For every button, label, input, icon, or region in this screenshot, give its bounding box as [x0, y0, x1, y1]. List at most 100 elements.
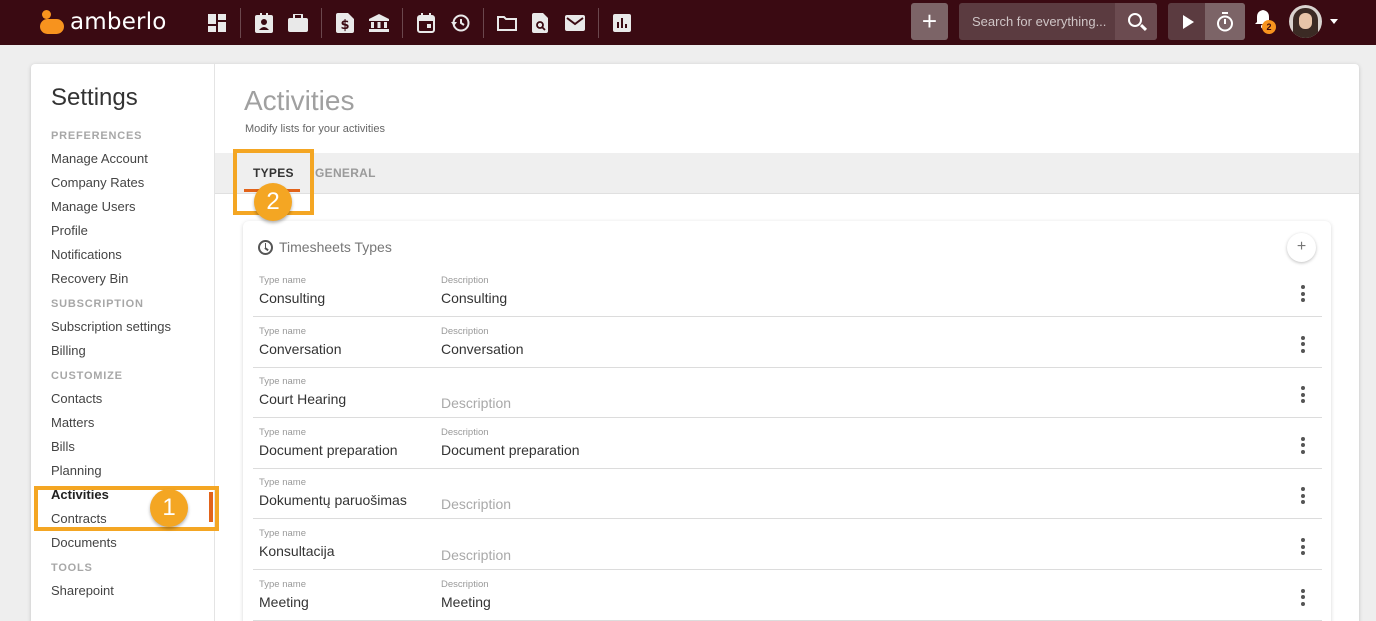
table-row[interactable]: Type name Consulting Description Consulting	[253, 266, 1322, 317]
contacts-icon[interactable]	[247, 0, 281, 45]
sidebar-item-contacts[interactable]: Contacts	[51, 392, 215, 416]
timesheet-types-panel: Timesheets Types + Type name Consulting De…	[243, 221, 1331, 621]
sidebar-item-billing[interactable]: Billing	[51, 344, 215, 368]
section-heading-preferences: PREFERENCES	[51, 130, 143, 142]
sidebar-item-profile[interactable]: Profile	[51, 224, 215, 248]
timer-controls	[1168, 3, 1245, 40]
type-name-value[interactable]: Document preparation	[259, 442, 398, 458]
more-vert-icon[interactable]	[1301, 588, 1305, 606]
folder-icon[interactable]	[490, 0, 524, 45]
tab-general[interactable]: GENERAL	[315, 166, 376, 180]
sidebar-item-planning[interactable]: Planning	[51, 464, 215, 488]
description-placeholder[interactable]: Description	[441, 496, 511, 512]
type-name-value[interactable]: Dokumentų paruošimas	[259, 492, 407, 508]
chevron-down-icon[interactable]	[1330, 19, 1338, 24]
search-input[interactable]	[959, 3, 1117, 40]
section-heading-tools: TOOLS	[51, 562, 93, 574]
type-name-value[interactable]: Court Hearing	[259, 391, 346, 407]
type-name-value[interactable]: Consulting	[259, 290, 325, 306]
more-vert-icon[interactable]	[1301, 335, 1305, 353]
time-history-icon[interactable]	[443, 0, 477, 45]
quick-add-button[interactable]: +	[911, 3, 948, 40]
clock-icon	[258, 239, 273, 255]
description-placeholder[interactable]: Description	[441, 395, 511, 411]
type-name-label: Type name	[259, 376, 306, 388]
sidebar-item-matters[interactable]: Matters	[51, 416, 215, 440]
more-vert-icon[interactable]	[1301, 436, 1305, 454]
logo-mark-icon	[40, 10, 66, 34]
stopwatch-button[interactable]	[1205, 3, 1245, 40]
top-bar: amberlo $ + Search for everything... 2	[0, 0, 1376, 45]
nav-divider	[402, 7, 403, 38]
matters-icon[interactable]	[281, 0, 315, 45]
brand-name: amberlo	[70, 9, 167, 35]
tab-bar: TYPES GENERAL	[215, 153, 1359, 194]
more-vert-icon[interactable]	[1301, 538, 1305, 555]
play-icon	[1182, 14, 1194, 29]
sidebar-title: Settings	[51, 84, 138, 111]
description-value[interactable]: Consulting	[441, 290, 507, 306]
sidebar-item-documents[interactable]: Documents	[51, 536, 215, 560]
description-label: Description	[441, 578, 489, 590]
stopwatch-icon	[1217, 11, 1233, 31]
amberlo-logo[interactable]: amberlo	[40, 8, 167, 36]
reports-icon[interactable]	[605, 0, 639, 45]
sidebar-item-notifications[interactable]: Notifications	[51, 248, 215, 272]
section-heading-customize: CUSTOMIZE	[51, 370, 123, 382]
sidebar-item-company-rates[interactable]: Company Rates	[51, 176, 215, 200]
sidebar-item-manage-users[interactable]: Manage Users	[51, 200, 215, 224]
main-navigation: $	[200, 0, 639, 45]
table-row[interactable]: Type name Dokumentų paruošimas Description	[253, 468, 1322, 520]
type-name-value[interactable]: Conversation	[259, 341, 342, 357]
notification-count-badge: 2	[1262, 20, 1276, 34]
sidebar-item-recovery-bin[interactable]: Recovery Bin	[51, 272, 215, 296]
settings-sidebar: Settings PREFERENCES Manage Account Comp…	[31, 64, 215, 621]
table-row[interactable]: Type name Konsultacija Description	[253, 519, 1322, 570]
type-name-label: Type name	[259, 275, 306, 286]
description-label: Description	[441, 325, 489, 337]
calendar-icon[interactable]	[409, 0, 443, 45]
type-name-value[interactable]: Meeting	[259, 594, 309, 610]
sidebar-item-manage-account[interactable]: Manage Account	[51, 152, 215, 176]
notifications-button[interactable]: 2	[1254, 9, 1278, 35]
table-row[interactable]: Type name Meeting Description Meeting	[253, 570, 1322, 621]
start-timer-button[interactable]	[1168, 3, 1205, 40]
add-type-button[interactable]: +	[1287, 233, 1316, 262]
sidebar-item-subscription-settings[interactable]: Subscription settings	[51, 320, 215, 344]
table-row[interactable]: Type name Conversation Description Conversa…	[253, 317, 1322, 368]
document-search-icon[interactable]	[524, 0, 558, 45]
nav-divider	[598, 7, 599, 38]
type-name-label: Type name	[259, 325, 306, 337]
description-value[interactable]: Conversation	[441, 341, 524, 357]
page-subtitle: Modify lists for your activities	[245, 123, 385, 135]
more-vert-icon[interactable]	[1301, 487, 1305, 505]
search-icon	[1127, 13, 1142, 27]
more-vert-icon[interactable]	[1301, 285, 1305, 302]
type-name-label: Type name	[259, 477, 306, 489]
type-name-label: Type name	[259, 578, 306, 590]
search-button[interactable]	[1115, 3, 1157, 40]
section-heading-subscription: SUBSCRIPTION	[51, 298, 144, 310]
svg-text:$: $	[340, 18, 349, 33]
user-avatar[interactable]	[1289, 5, 1322, 38]
type-name-value[interactable]: Konsultacija	[259, 543, 335, 559]
more-vert-icon[interactable]	[1301, 386, 1305, 404]
bank-icon[interactable]	[362, 0, 396, 45]
sidebar-item-sharepoint[interactable]: Sharepoint	[51, 584, 215, 608]
bills-icon[interactable]: $	[328, 0, 362, 45]
description-placeholder[interactable]: Description	[441, 547, 511, 563]
nav-divider	[240, 7, 241, 38]
type-name-label: Type name	[259, 426, 306, 438]
table-row[interactable]: Type name Document preparation Description…	[253, 418, 1322, 469]
highlight-activities	[34, 486, 219, 531]
dashboard-icon[interactable]	[200, 0, 234, 45]
mail-icon[interactable]	[558, 0, 592, 45]
description-label: Description	[441, 275, 489, 286]
panel-title: Timesheets Types	[279, 239, 392, 255]
table-row[interactable]: Type name Court Hearing Description	[253, 367, 1322, 419]
sidebar-item-bills[interactable]: Bills	[51, 440, 215, 464]
description-value[interactable]: Document preparation	[441, 442, 580, 458]
description-value[interactable]: Meeting	[441, 594, 491, 610]
global-search	[959, 3, 1157, 40]
step-1-badge: 1	[150, 489, 188, 527]
